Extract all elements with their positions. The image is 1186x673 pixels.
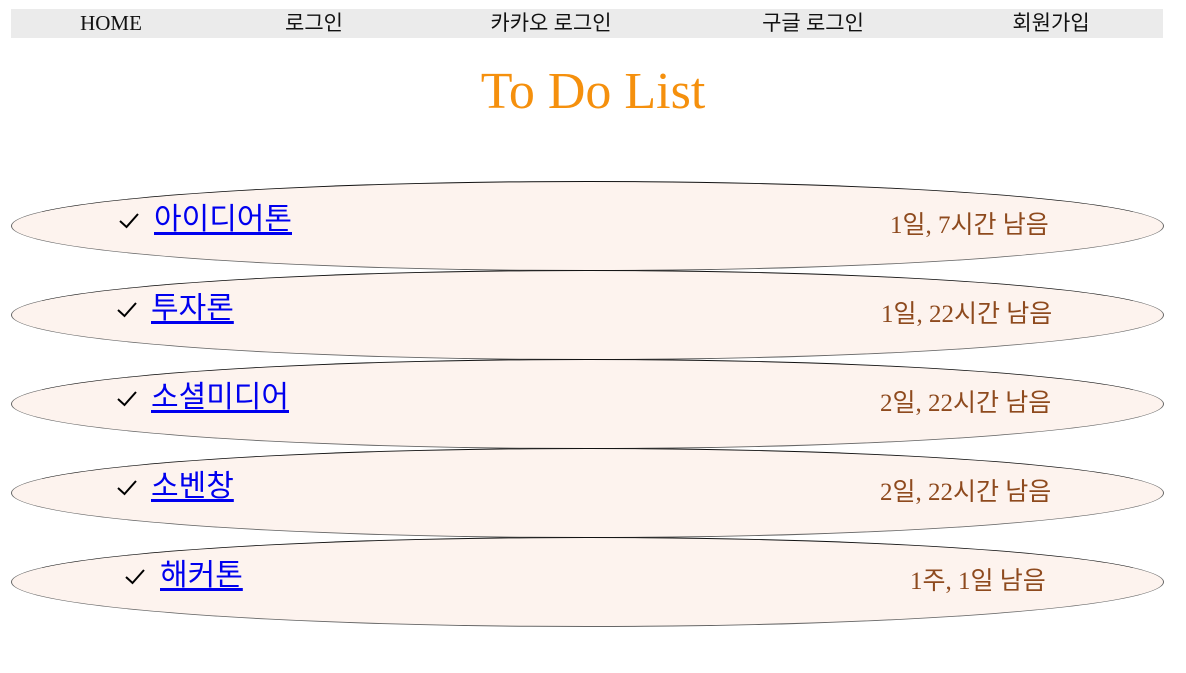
check-icon — [117, 480, 137, 496]
todo-title-link[interactable]: 소셜미디어 — [151, 378, 289, 418]
todo-item: 투자론 1일, 22시간 남음 — [11, 270, 1164, 360]
page-title: To Do List — [480, 63, 706, 120]
nav-home-link[interactable]: HOME — [80, 9, 142, 38]
todo-title-link[interactable]: 해커톤 — [160, 556, 243, 596]
nav-kakao-login-link[interactable]: 카카오 로그인 — [490, 9, 611, 38]
check-icon — [117, 391, 137, 407]
check-icon — [119, 213, 139, 229]
nav-google-login-link[interactable]: 구글 로그인 — [762, 9, 864, 38]
todo-item: 해커톤 1주, 1일 남음 — [11, 537, 1164, 627]
todo-item: 소셜미디어 2일, 22시간 남음 — [11, 359, 1164, 449]
check-icon — [125, 569, 145, 585]
top-nav: HOME 로그인 카카오 로그인 구글 로그인 회원가입 — [11, 9, 1163, 38]
todo-title-link[interactable]: 아이디어톤 — [154, 200, 292, 240]
check-icon — [117, 302, 137, 318]
todo-remaining-time: 2일, 22시간 남음 — [880, 390, 1052, 417]
todo-remaining-time: 2일, 22시간 남음 — [880, 479, 1052, 506]
todo-item: 소벤창 2일, 22시간 남음 — [11, 448, 1164, 538]
todo-item: 아이디어톤 1일, 7시간 남음 — [11, 181, 1164, 271]
todo-remaining-time: 1일, 22시간 남음 — [881, 301, 1053, 328]
todo-remaining-time: 1주, 1일 남음 — [910, 568, 1046, 595]
todo-title-link[interactable]: 투자론 — [151, 289, 234, 329]
todo-remaining-time: 1일, 7시간 남음 — [890, 212, 1049, 239]
nav-signup-link[interactable]: 회원가입 — [1012, 9, 1089, 38]
todo-title-link[interactable]: 소벤창 — [151, 467, 234, 507]
nav-login-link[interactable]: 로그인 — [285, 9, 343, 38]
